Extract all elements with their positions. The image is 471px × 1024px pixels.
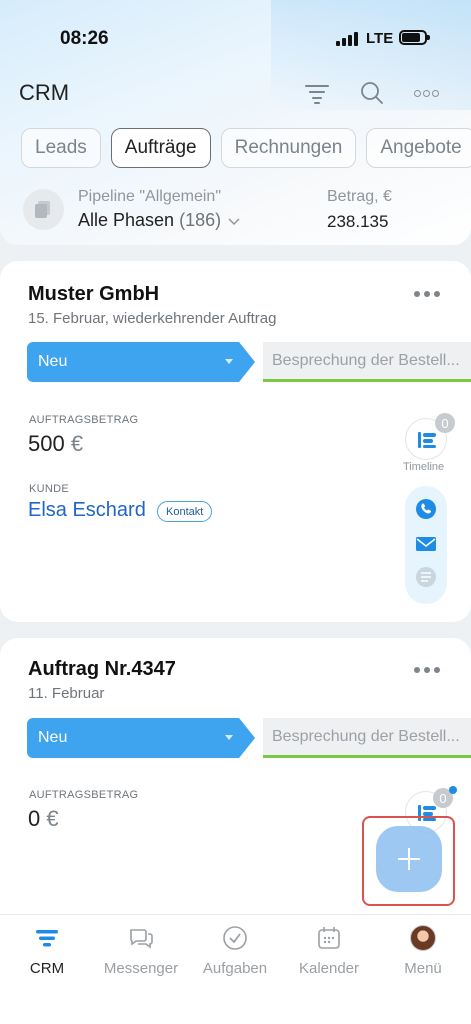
nav-label: Aufgaben bbox=[202, 960, 268, 977]
nav-kalender[interactable]: Kalender bbox=[282, 925, 376, 977]
phone-icon[interactable] bbox=[416, 499, 436, 519]
tab-angebote[interactable]: Angebote bbox=[366, 128, 471, 168]
client-name-link[interactable]: Elsa Eschard bbox=[28, 499, 146, 522]
signal-icon bbox=[336, 32, 360, 46]
chat-icon bbox=[129, 929, 153, 949]
bottom-nav: CRM Messenger Aufgaben Kalender Menü bbox=[0, 914, 471, 1024]
communication-bar bbox=[405, 486, 447, 604]
tab-bar: Leads Aufträge Rechnungen Angebote bbox=[21, 128, 471, 168]
next-stage-button[interactable]: Besprechung der Bestell... bbox=[263, 342, 471, 382]
deal-amount: 0 € bbox=[28, 806, 59, 832]
mail-icon[interactable] bbox=[416, 537, 436, 551]
deal-amount-value: 500 bbox=[28, 431, 65, 456]
nav-messenger[interactable]: Messenger bbox=[94, 925, 188, 977]
calendar-icon bbox=[318, 927, 340, 949]
stage-button[interactable]: Neu bbox=[27, 342, 255, 382]
timeline-label: Timeline bbox=[403, 461, 445, 473]
pipeline-selector[interactable]: Alle Phasen (186) bbox=[78, 210, 240, 231]
sms-icon[interactable] bbox=[416, 567, 436, 587]
pipeline-icon[interactable] bbox=[23, 189, 64, 230]
total-amount-label: Betrag, € bbox=[327, 188, 392, 205]
highlight-frame bbox=[362, 816, 455, 906]
tab-auftraege[interactable]: Aufträge bbox=[110, 128, 211, 168]
stage-dropdown-icon bbox=[225, 735, 233, 740]
search-icon[interactable] bbox=[359, 80, 385, 106]
deal-subtitle: 11. Februar bbox=[28, 685, 105, 702]
more-icon[interactable] bbox=[414, 84, 440, 110]
stage-dropdown-icon bbox=[225, 359, 233, 364]
nav-label: CRM bbox=[29, 960, 65, 977]
deal-currency: € bbox=[70, 431, 84, 456]
tab-leads[interactable]: Leads bbox=[21, 128, 101, 168]
deal-title: Muster GmbH bbox=[28, 283, 160, 305]
contact-badge: Kontakt bbox=[157, 501, 213, 522]
avatar bbox=[410, 925, 436, 951]
pipeline-label: Pipeline "Allgemein" bbox=[78, 188, 221, 205]
stage-button[interactable]: Neu bbox=[27, 718, 255, 758]
chevron-down-icon bbox=[228, 218, 240, 226]
amount-label: AUFTRAGSBETRAG bbox=[29, 789, 139, 801]
tab-rechnungen[interactable]: Rechnungen bbox=[220, 128, 357, 168]
pipeline-count: (186) bbox=[179, 210, 222, 230]
page-title: CRM bbox=[19, 80, 70, 105]
filter-icon[interactable] bbox=[304, 80, 330, 106]
check-circle-icon bbox=[223, 926, 247, 950]
pipeline-phase: Alle Phasen bbox=[78, 210, 175, 230]
deal-amount-value: 0 bbox=[28, 806, 41, 831]
deal-title: Auftrag Nr.4347 bbox=[28, 658, 176, 680]
nav-crm[interactable]: CRM bbox=[0, 925, 94, 977]
nav-label: Menü bbox=[404, 960, 442, 977]
battery-icon bbox=[399, 30, 430, 45]
stage-label: Neu bbox=[38, 729, 68, 746]
nav-label: Messenger bbox=[103, 960, 179, 977]
nav-aufgaben[interactable]: Aufgaben bbox=[188, 925, 282, 977]
network-type: LTE bbox=[366, 30, 394, 47]
notification-dot bbox=[449, 786, 457, 794]
total-amount-value: 238.135 bbox=[327, 212, 389, 231]
crm-icon bbox=[36, 930, 58, 947]
deal-amount: 500 € bbox=[28, 431, 83, 457]
nav-menu[interactable]: Menü bbox=[376, 925, 470, 977]
card-more-icon[interactable] bbox=[414, 667, 440, 675]
deal-currency: € bbox=[46, 806, 59, 831]
deal-card[interactable]: Muster GmbH 15. Februar, wiederkehrender… bbox=[0, 261, 471, 622]
client-label: KUNDE bbox=[29, 483, 70, 495]
card-more-icon[interactable] bbox=[414, 291, 440, 299]
next-stage-button[interactable]: Besprechung der Bestell... bbox=[263, 718, 471, 758]
deal-subtitle: 15. Februar, wiederkehrender Auftrag bbox=[28, 310, 277, 327]
nav-label: Kalender bbox=[298, 960, 360, 977]
status-bar: 08:26 LTE bbox=[0, 26, 471, 54]
status-time: 08:26 bbox=[60, 28, 109, 49]
stage-label: Neu bbox=[38, 353, 68, 370]
timeline-count-badge: 0 bbox=[435, 413, 455, 433]
amount-label: AUFTRAGSBETRAG bbox=[29, 414, 139, 426]
